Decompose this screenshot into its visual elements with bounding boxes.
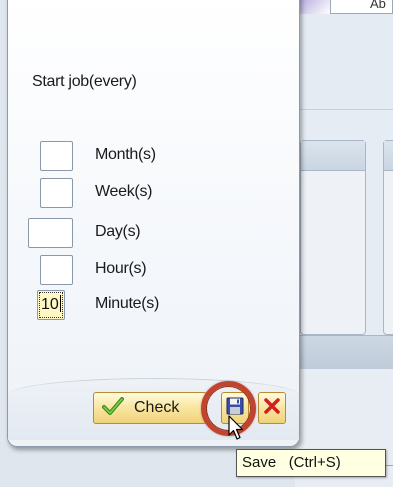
day-label: Day(s) <box>95 223 141 240</box>
minute-row: 10 Minute(s) <box>8 290 298 320</box>
month-input[interactable] <box>40 141 73 171</box>
minute-input[interactable]: 10 <box>37 290 65 320</box>
day-input[interactable] <box>28 218 73 248</box>
background-group-box <box>383 140 393 335</box>
save-tooltip: Save (Ctrl+S) <box>236 449 386 477</box>
background-accent <box>300 0 330 14</box>
minute-label: Minute(s) <box>95 295 159 312</box>
week-label: Week(s) <box>95 183 153 200</box>
red-x-icon <box>264 397 280 419</box>
minute-input-value: 10 <box>41 296 59 313</box>
dialog-title: Start job(every) <box>32 73 137 90</box>
hour-input[interactable] <box>40 255 73 285</box>
text-caret <box>59 295 61 312</box>
checkmark-icon <box>102 396 124 420</box>
check-button-label: Check <box>134 399 180 416</box>
day-row: Day(s) <box>8 218 298 248</box>
background-tab-label: Ab <box>370 0 386 11</box>
hour-label: Hour(s) <box>95 260 147 277</box>
background-group-box <box>300 140 366 335</box>
week-row: Week(s) <box>8 178 298 208</box>
mouse-pointer-icon <box>228 415 244 446</box>
background-strip <box>295 335 393 369</box>
period-popup: Start job(every) Month(s) Week(s) Day(s)… <box>7 0 300 447</box>
week-input[interactable] <box>40 178 73 208</box>
month-row: Month(s) <box>8 141 298 171</box>
background-toolbar <box>295 0 393 110</box>
month-label: Month(s) <box>95 146 156 163</box>
check-button[interactable]: Check <box>93 392 207 424</box>
cancel-button[interactable] <box>258 392 286 424</box>
hour-row: Hour(s) <box>8 255 298 285</box>
